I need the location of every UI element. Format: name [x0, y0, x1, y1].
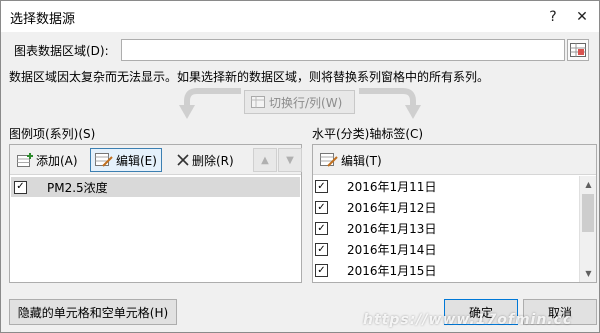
- legend-toolbar: 添加(A) 编辑(E) 删除(R) ▲ ▼: [10, 145, 302, 175]
- edit-series-icon: [95, 153, 113, 167]
- axis-item-label: 2016年1月13日: [347, 222, 437, 236]
- list-item[interactable]: ✓ 2016年1月11日: [313, 176, 579, 197]
- delete-x-icon: [177, 154, 189, 166]
- right-curved-arrow-icon: [359, 88, 421, 119]
- add-series-label: 添加(A): [36, 153, 78, 168]
- axis-labels-panel: 编辑(T) ✓ 2016年1月11日 ✓ 2016年1月12日 ✓ 2016年1…: [312, 144, 597, 283]
- left-curved-arrow-icon: [179, 88, 241, 119]
- move-up-button[interactable]: ▲: [253, 148, 277, 172]
- title-bar: 选择数据源 ? ✕: [1, 1, 599, 32]
- series-name: PM2.5浓度: [47, 180, 108, 195]
- add-series-button[interactable]: 添加(A): [12, 148, 83, 172]
- scroll-down-icon[interactable]: ▼: [580, 265, 597, 282]
- axis-item-label: 2016年1月12日: [347, 201, 437, 215]
- legend-series-panel: 添加(A) 编辑(E) 删除(R) ▲ ▼ ✓ PM2.5浓度: [9, 144, 302, 283]
- scrollbar-thumb[interactable]: [582, 194, 594, 232]
- legend-series-heading: 图例项(系列)(S): [9, 127, 96, 141]
- edit-axis-labels-label: 编辑(T): [341, 153, 382, 168]
- edit-series-button[interactable]: 编辑(E): [90, 148, 162, 172]
- delete-series-button[interactable]: 删除(R): [172, 148, 239, 172]
- series-row[interactable]: ✓ PM2.5浓度: [11, 177, 300, 197]
- scroll-up-icon[interactable]: ▲: [580, 176, 597, 193]
- range-picker-button[interactable]: [567, 39, 589, 61]
- switch-row-column-button[interactable]: 切换行/列(W): [244, 90, 355, 114]
- add-series-icon: [17, 153, 33, 167]
- list-item[interactable]: ✓ 2016年1月15日: [313, 260, 579, 281]
- axis-item-checkbox[interactable]: ✓: [315, 264, 328, 277]
- switch-row-column-icon: [251, 96, 265, 108]
- chart-data-range-label: 图表数据区域(D):: [14, 44, 109, 58]
- move-down-button[interactable]: ▼: [278, 148, 302, 172]
- axis-labels-heading: 水平(分类)轴标签(C): [312, 127, 424, 141]
- move-down-icon: ▼: [286, 154, 294, 166]
- move-up-icon: ▲: [261, 154, 269, 166]
- axis-item-checkbox[interactable]: ✓: [315, 201, 328, 214]
- axis-item-checkbox[interactable]: ✓: [315, 243, 328, 256]
- range-picker-icon: [570, 43, 586, 57]
- dialog-title: 选择数据源: [10, 12, 76, 27]
- edit-axis-labels-icon: [320, 153, 338, 167]
- list-item[interactable]: ✓ 2016年1月12日: [313, 197, 579, 218]
- axis-item-checkbox[interactable]: ✓: [315, 180, 328, 193]
- watermark: https://www.17ofmin.cc: [363, 312, 573, 328]
- series-checkbox[interactable]: ✓: [14, 180, 27, 194]
- list-item[interactable]: ✓ 2016年1月13日: [313, 218, 579, 239]
- delete-series-label: 删除(R): [192, 153, 234, 168]
- hidden-empty-cells-button[interactable]: 隐藏的单元格和空单元格(H): [9, 299, 177, 325]
- close-button[interactable]: ✕: [565, 1, 599, 32]
- edit-axis-labels-button[interactable]: 编辑(T): [315, 148, 387, 172]
- axis-item-label: 2016年1月11日: [347, 180, 437, 194]
- edit-series-label: 编辑(E): [116, 153, 157, 168]
- range-notice: 数据区域因太复杂而无法显示。如果选择新的数据区域，则将替换系列窗格中的所有系列。: [9, 70, 490, 84]
- axis-item-label: 2016年1月14日: [347, 243, 437, 257]
- axis-item-label: 2016年1月15日: [347, 264, 437, 278]
- axis-item-checkbox[interactable]: ✓: [315, 222, 328, 235]
- axis-toolbar: 编辑(T): [313, 145, 596, 175]
- select-data-source-dialog: 选择数据源 ? ✕ 图表数据区域(D): 数据区域因太复杂而无法显示。如果选择新…: [0, 0, 600, 333]
- list-item[interactable]: ✓ 2016年1月14日: [313, 239, 579, 260]
- switch-row-column-label: 切换行/列(W): [269, 95, 343, 110]
- axis-list-scrollbar[interactable]: ▲ ▼: [579, 176, 596, 282]
- axis-labels-list: ✓ 2016年1月11日 ✓ 2016年1月12日 ✓ 2016年1月13日 ✓…: [313, 176, 579, 281]
- chart-data-range-input[interactable]: [121, 39, 565, 61]
